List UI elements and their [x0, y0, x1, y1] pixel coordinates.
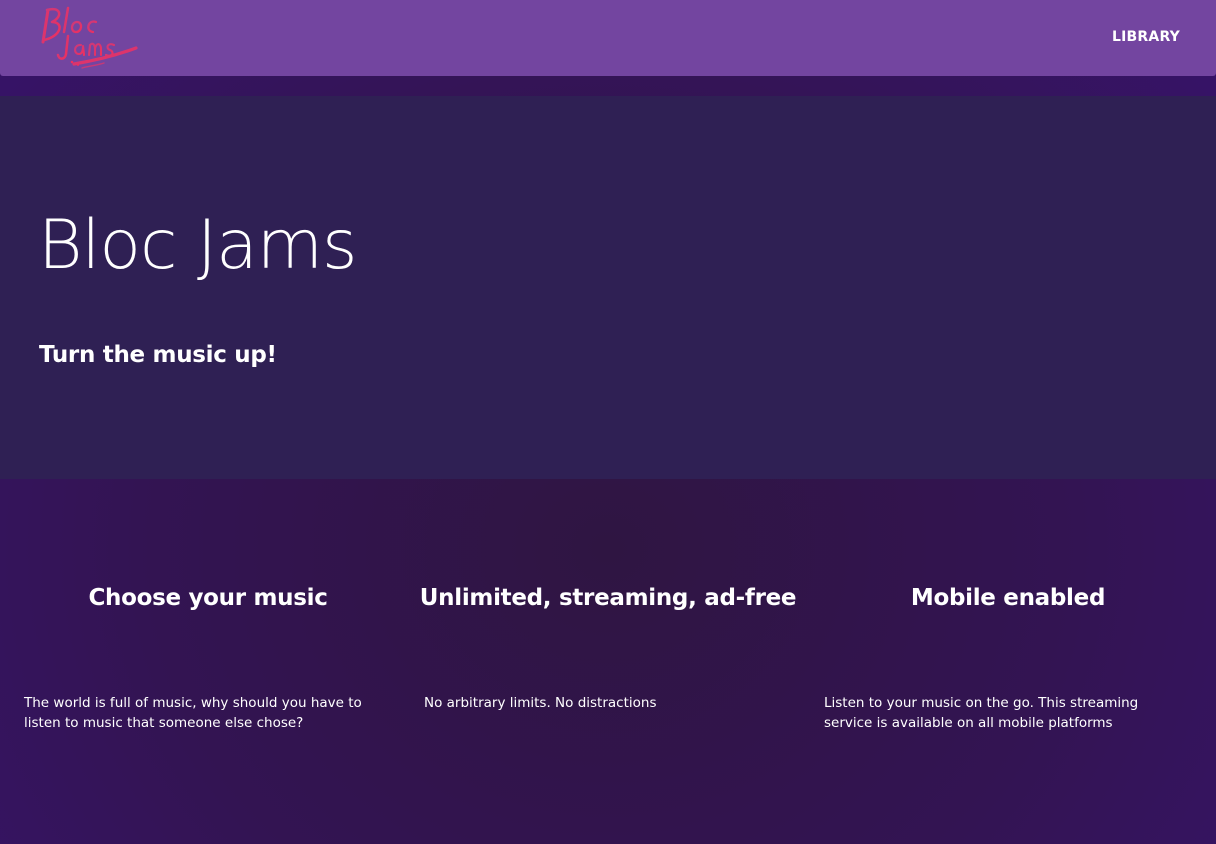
selling-points: Choose your music The world is full of m…: [0, 479, 1216, 844]
point-description: The world is full of music, why should y…: [24, 695, 362, 731]
bloc-jams-logo[interactable]: [38, 2, 142, 72]
hero-subtitle: Turn the music up!: [39, 342, 277, 368]
point-title: Unlimited, streaming, ad-free: [419, 585, 797, 611]
bloc-jams-logo-icon: [41, 6, 138, 69]
selling-point-unlimited-streaming: Unlimited, streaming, ad-free No arbitra…: [408, 479, 808, 844]
navbar: LIBRARY: [0, 0, 1216, 76]
hero-section: Bloc Jams Turn the music up!: [0, 96, 1216, 479]
point-description: No arbitrary limits. No distractions: [424, 695, 657, 711]
point-title: Choose your music: [88, 585, 328, 611]
point-description: Listen to your music on the go. This str…: [824, 695, 1139, 731]
hero-title: Bloc Jams: [38, 206, 357, 285]
library-link[interactable]: LIBRARY: [1112, 29, 1180, 45]
selling-point-choose-music: Choose your music The world is full of m…: [8, 479, 408, 844]
selling-point-mobile-enabled: Mobile enabled Listen to your music on t…: [808, 479, 1208, 844]
point-title: Mobile enabled: [910, 585, 1106, 611]
